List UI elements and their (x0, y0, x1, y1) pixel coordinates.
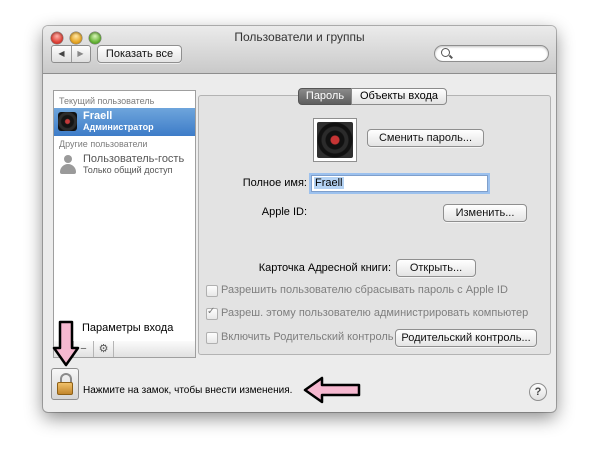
guest-user-role: Только общий доступ (83, 165, 173, 175)
login-options-label: Параметры входа (82, 322, 174, 334)
full-name-label: Полное имя: (242, 177, 307, 189)
allow-reset-checkbox[interactable] (206, 285, 218, 297)
parental-controls-button[interactable]: Родительский контроль... (395, 329, 537, 347)
lock-button[interactable] (51, 368, 79, 400)
back-button[interactable]: ◀ (52, 46, 72, 62)
tab-login-items[interactable]: Объекты входа (351, 88, 447, 105)
lock-icon (57, 373, 73, 395)
forward-button[interactable]: ▶ (71, 46, 90, 62)
gear-icon[interactable]: ⚙ (94, 341, 114, 357)
nav-segment: ◀ ▶ (51, 45, 91, 63)
current-user-header: Текущий пользователь (59, 96, 155, 106)
arrow-left-icon (303, 376, 361, 404)
guest-user-name: Пользователь-гость (83, 153, 185, 165)
full-name-field[interactable]: Fraell (311, 175, 488, 192)
parental-controls-checkbox[interactable] (206, 332, 218, 344)
apple-id-label: Apple ID: (261, 206, 307, 218)
tab-password[interactable]: Пароль (298, 88, 352, 105)
show-all-button[interactable]: Показать все (97, 45, 182, 63)
allow-admin-checkbox[interactable] (206, 306, 218, 320)
current-user-role: Администратор (83, 122, 154, 132)
full-name-value: Fraell (314, 177, 344, 189)
users-groups-window: Пользователи и группы ◀ ▶ Показать все Т… (43, 26, 556, 412)
arrow-down-icon (52, 320, 80, 367)
sidebar-item-guest-user[interactable]: Пользователь-гость Только общий доступ (54, 151, 195, 179)
users-sidebar: Текущий пользователь Fraell Администрато… (53, 90, 196, 343)
change-apple-id-button[interactable]: Изменить... (443, 204, 527, 222)
user-picture[interactable] (313, 118, 357, 162)
search-icon (441, 48, 450, 57)
title-bar: Пользователи и группы ◀ ▶ Показать все (43, 26, 556, 74)
open-card-button[interactable]: Открыть... (396, 259, 476, 277)
avatar (58, 112, 77, 131)
search-input[interactable] (434, 45, 549, 62)
parental-controls-label: Включить Родительский контроль (221, 331, 394, 343)
window-title: Пользователи и группы (234, 30, 365, 44)
address-card-label: Карточка Адресной книги: (258, 262, 391, 274)
change-password-button[interactable]: Сменить пароль... (367, 129, 484, 147)
lock-hint-text: Нажмите на замок, чтобы внести изменения… (83, 385, 293, 396)
sidebar-item-current-user[interactable]: Fraell Администратор (54, 108, 195, 136)
allow-admin-label: Разреш. этому пользователю администриров… (221, 307, 529, 319)
allow-reset-label: Разрешить пользователю сбрасывать пароль… (221, 284, 508, 296)
other-users-header: Другие пользователи (59, 139, 148, 149)
guest-user-icon (60, 155, 76, 175)
current-user-name: Fraell (83, 110, 113, 122)
help-button[interactable]: ? (529, 383, 547, 401)
